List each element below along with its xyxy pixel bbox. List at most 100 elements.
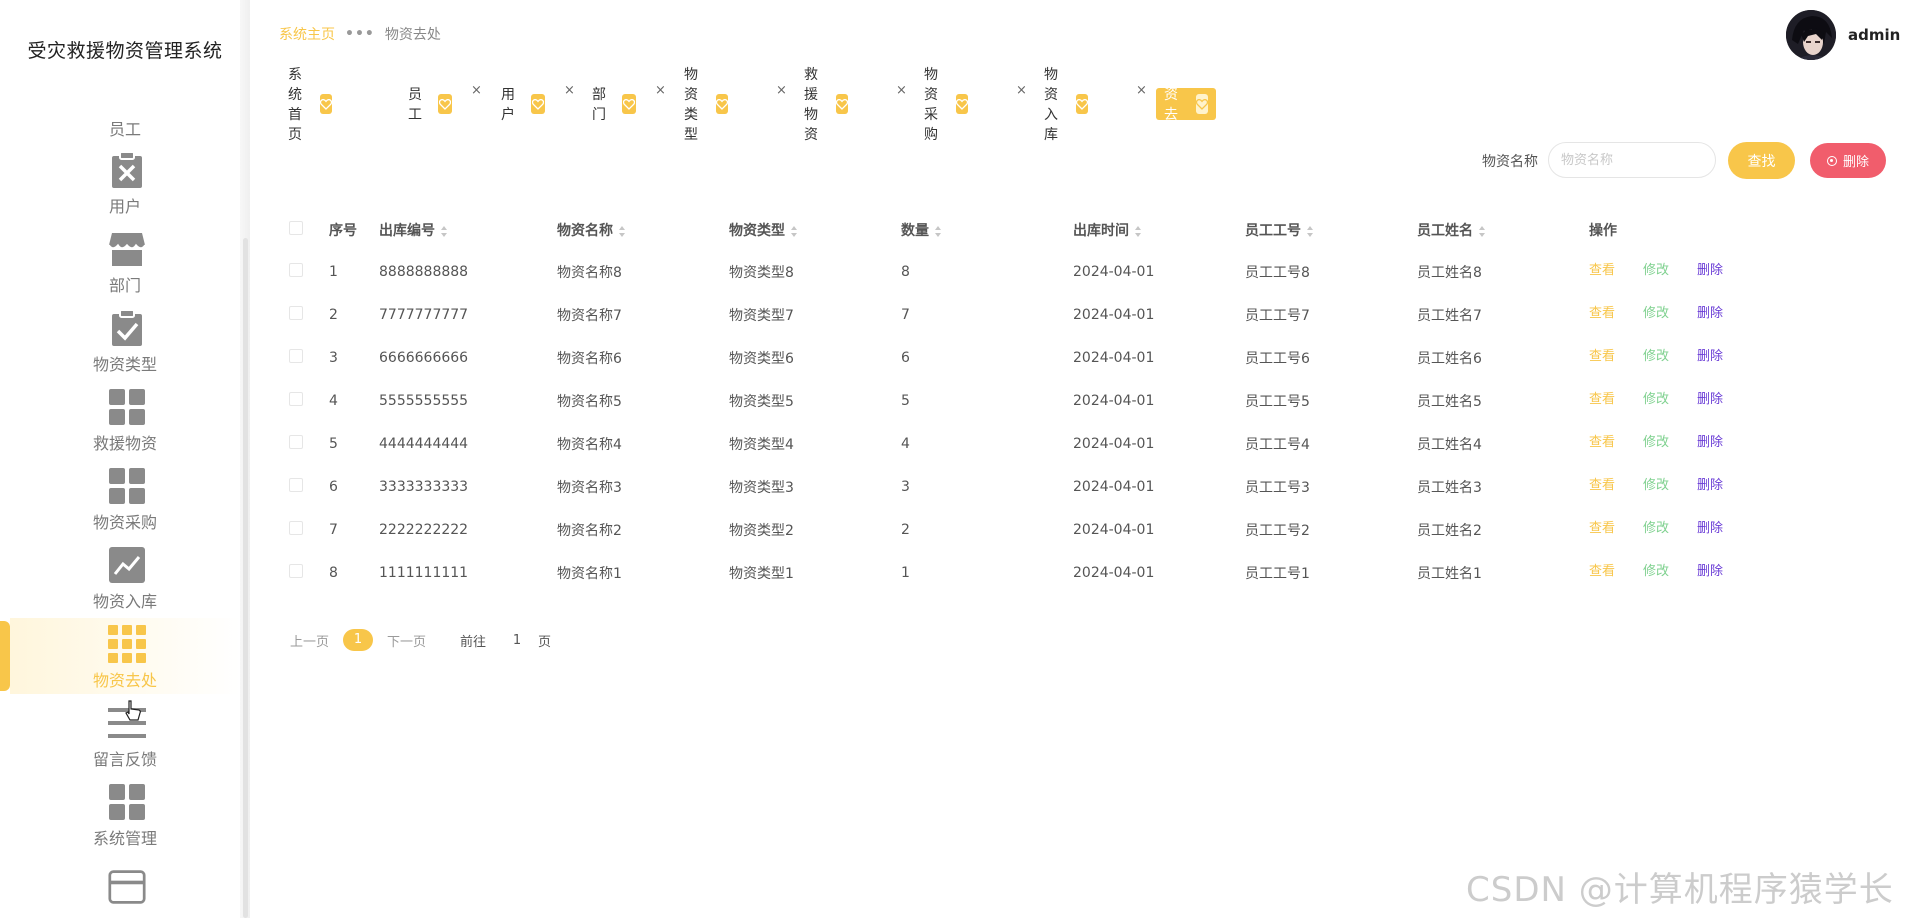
tab-rescue-material[interactable]: 救援物资 ×	[804, 67, 907, 143]
sidebar-item-stock-in[interactable]: 物资入库	[0, 546, 250, 625]
tab-employee[interactable]: 员工 ×	[408, 84, 482, 123]
delete-button[interactable]: 删除	[1697, 517, 1723, 536]
row-checkbox[interactable]	[289, 434, 303, 449]
row-actions: 查看 修改 删除	[1589, 551, 1879, 594]
tab-user[interactable]: 用户 ×	[501, 84, 575, 123]
batch-delete-button[interactable]: 删除	[1810, 143, 1886, 178]
search-button[interactable]: 查找	[1728, 142, 1795, 179]
sort-icon[interactable]	[935, 225, 942, 237]
quantity: 4	[901, 435, 910, 452]
edit-button[interactable]: 修改	[1643, 345, 1669, 364]
close-icon[interactable]: ×	[564, 84, 575, 97]
sidebar-item-card[interactable]	[0, 868, 250, 918]
row-checkbox[interactable]	[289, 477, 303, 492]
column-header[interactable]: 员工工号	[1245, 210, 1417, 250]
sidebar-item-stock-out[interactable]: 物资去处	[0, 625, 250, 704]
user-name[interactable]: admin	[1848, 26, 1900, 44]
sidebar-item-employee[interactable]: 员工	[0, 74, 250, 153]
column-header[interactable]: 员工姓名	[1417, 210, 1589, 250]
edit-button[interactable]: 修改	[1643, 474, 1669, 493]
tab-label: 员工	[408, 87, 422, 123]
delete-button[interactable]: 删除	[1697, 302, 1723, 321]
material-name: 物资名称5	[557, 393, 622, 410]
column-header[interactable]: 出库时间	[1073, 210, 1245, 250]
page-unit-label: 页	[538, 634, 552, 650]
sidebar-item-material-type[interactable]: 物资类型	[0, 309, 250, 388]
search-input[interactable]	[1548, 142, 1716, 178]
delete-button[interactable]: 删除	[1697, 345, 1723, 364]
edit-button[interactable]: 修改	[1643, 259, 1669, 278]
prev-page-button[interactable]: 上一页	[290, 631, 329, 650]
row-checkbox[interactable]	[289, 348, 303, 363]
sidebar-item-purchase[interactable]: 物资采购	[0, 467, 250, 546]
edit-button[interactable]: 修改	[1643, 560, 1669, 579]
column-header[interactable]: 数量	[901, 210, 1073, 250]
next-page-button[interactable]: 下一页	[387, 631, 426, 650]
sort-icon[interactable]	[619, 225, 626, 237]
sort-icon[interactable]	[441, 225, 448, 237]
column-header[interactable]: 物资类型	[729, 210, 901, 250]
edit-button[interactable]: 修改	[1643, 431, 1669, 450]
tab-stock-out[interactable]: 物资去处 ×	[1156, 67, 1265, 143]
view-button[interactable]: 查看	[1589, 560, 1615, 579]
material-type: 物资类型8	[729, 264, 794, 281]
close-icon[interactable]: ×	[896, 84, 907, 97]
close-icon[interactable]: ×	[655, 84, 666, 97]
sidebar-item-system[interactable]: 系统管理	[0, 783, 250, 862]
delete-button[interactable]: 删除	[1697, 431, 1723, 450]
breadcrumb-home-link[interactable]: 系统主页	[279, 24, 335, 44]
edit-button[interactable]: 修改	[1643, 302, 1669, 321]
view-button[interactable]: 查看	[1589, 517, 1615, 536]
current-page[interactable]: 1	[343, 629, 374, 651]
delete-button[interactable]: 删除	[1697, 388, 1723, 407]
tab-home[interactable]: 系统首页	[288, 67, 332, 143]
row-checkbox[interactable]	[289, 391, 303, 406]
sidebar-item-rescue-material[interactable]: 救援物资	[0, 388, 250, 467]
sort-icon[interactable]	[791, 225, 798, 237]
delete-button[interactable]: 删除	[1697, 259, 1723, 278]
close-icon[interactable]: ×	[776, 84, 787, 97]
employee-number: 员工工号1	[1245, 565, 1310, 582]
page-jump-input[interactable]: 1	[506, 633, 528, 648]
user-menu[interactable]: admin	[1786, 10, 1900, 60]
close-icon[interactable]: ×	[1136, 84, 1147, 97]
sidebar-item-department[interactable]: 部门	[0, 230, 250, 309]
select-all-checkbox[interactable]	[289, 221, 303, 235]
employee-number: 员工工号7	[1245, 307, 1310, 324]
row-checkbox[interactable]	[289, 305, 303, 320]
view-button[interactable]: 查看	[1589, 388, 1615, 407]
sort-icon[interactable]	[1135, 225, 1142, 237]
row-checkbox[interactable]	[289, 262, 303, 277]
tab-purchase[interactable]: 物资采购 ×	[924, 67, 1027, 143]
tab-stock-in[interactable]: 物资入库 ×	[1044, 67, 1147, 143]
column-header[interactable]: 物资名称	[557, 210, 729, 250]
grid-icon	[108, 783, 146, 821]
heart-icon	[956, 94, 968, 114]
delete-button[interactable]: 删除	[1697, 474, 1723, 493]
view-button[interactable]: 查看	[1589, 431, 1615, 450]
view-button[interactable]: 查看	[1589, 259, 1615, 278]
sort-icon[interactable]	[1479, 225, 1486, 237]
row-index: 8	[329, 564, 338, 581]
sidebar-item-label: 救援物资	[92, 434, 157, 453]
outbound-time: 2024-04-01	[1073, 263, 1155, 280]
sidebar-item-user[interactable]: 用户	[0, 151, 250, 230]
view-button[interactable]: 查看	[1589, 345, 1615, 364]
view-button[interactable]: 查看	[1589, 474, 1615, 493]
row-checkbox[interactable]	[289, 520, 303, 535]
employee-name: 员工姓名6	[1417, 350, 1482, 367]
close-icon[interactable]: ×	[471, 84, 482, 97]
delete-button[interactable]: 删除	[1697, 560, 1723, 579]
edit-button[interactable]: 修改	[1643, 517, 1669, 536]
view-button[interactable]: 查看	[1589, 302, 1615, 321]
tab-material-type[interactable]: 物资类型 ×	[684, 67, 787, 143]
tab-department[interactable]: 部门 ×	[592, 84, 666, 123]
row-checkbox[interactable]	[289, 563, 303, 578]
edit-button[interactable]: 修改	[1643, 388, 1669, 407]
column-header[interactable]: 出库编号	[379, 210, 557, 250]
table-row: 7 2222222222 物资名称2 物资类型2 2 2024-04-01 员工工号2 员工姓…	[279, 508, 1879, 551]
avatar[interactable]	[1786, 10, 1836, 60]
close-icon[interactable]: ×	[1254, 84, 1265, 97]
close-icon[interactable]: ×	[1016, 84, 1027, 97]
sort-icon[interactable]	[1307, 225, 1314, 237]
